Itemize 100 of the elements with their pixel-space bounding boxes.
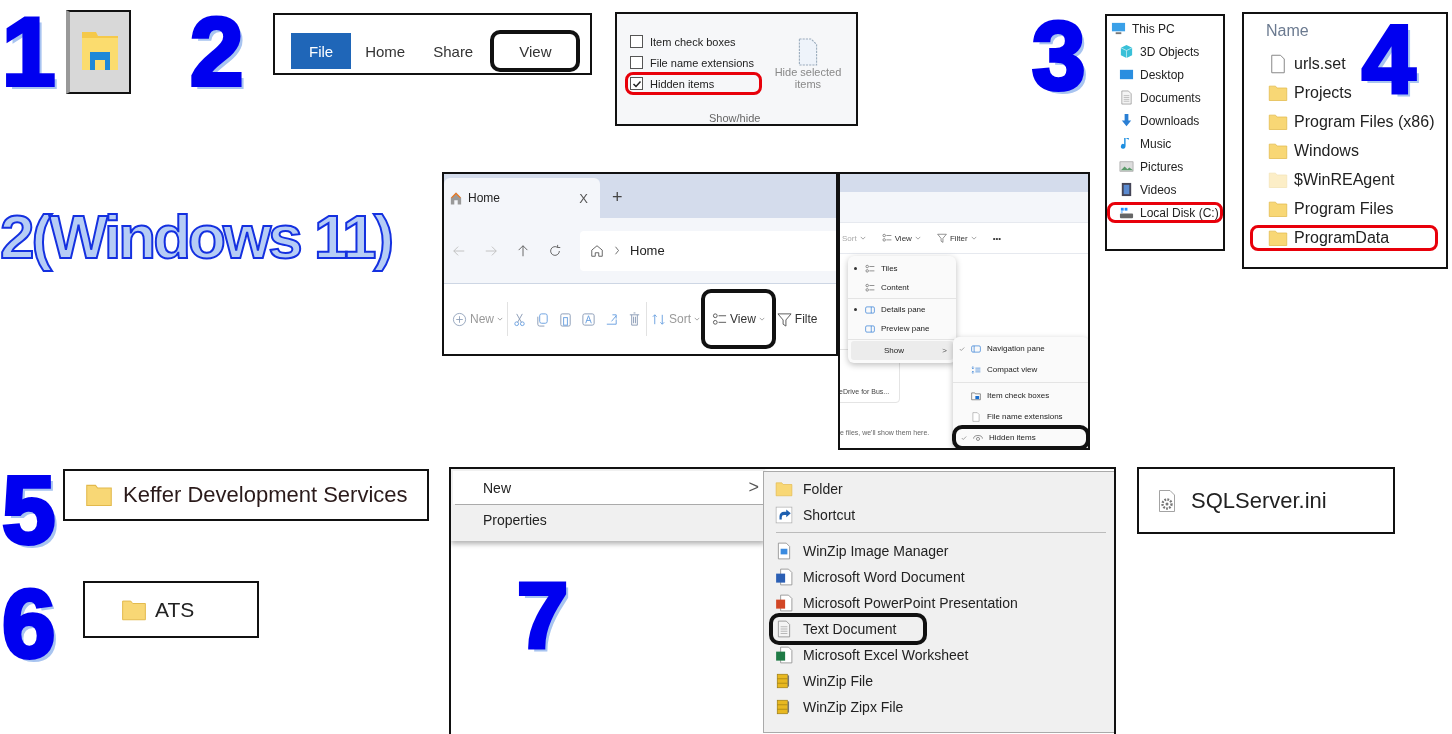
new-tab-button[interactable]: + xyxy=(612,187,623,208)
picture-icon xyxy=(1119,159,1134,174)
ribbon-tab[interactable]: Share xyxy=(419,33,488,69)
menu-item[interactable]: Text Document xyxy=(772,616,925,642)
menu-item[interactable]: Microsoft Word Document xyxy=(772,564,993,590)
navigation-item[interactable]: Music xyxy=(1109,135,1221,152)
menu-item[interactable]: Content xyxy=(848,278,956,297)
menu-item[interactable]: WinZip Image Manager xyxy=(772,538,977,564)
folder-icon xyxy=(1268,141,1288,161)
browser-tab[interactable]: Home X xyxy=(444,178,600,218)
menu-item[interactable]: Preview pane xyxy=(848,319,956,338)
folder-row[interactable]: Keffer Development Services xyxy=(63,469,429,521)
menu-item[interactable]: Navigation pane xyxy=(953,339,1088,358)
toolbar-button[interactable]: Filter xyxy=(934,231,979,245)
home-icon xyxy=(590,243,604,258)
plus-circle-icon xyxy=(452,311,467,327)
pane-icon xyxy=(865,323,875,334)
toolbar-button[interactable]: Filte xyxy=(772,303,822,335)
caret-icon xyxy=(497,317,503,321)
file-row[interactable]: ProgramData xyxy=(1252,227,1436,249)
breadcrumb[interactable]: Home xyxy=(630,243,665,258)
checkbox-option[interactable]: File name extensions xyxy=(627,53,760,72)
menu-item[interactable]: Details pane xyxy=(848,300,956,319)
address-bar[interactable]: Home xyxy=(580,230,836,271)
folder-icon xyxy=(1268,199,1288,219)
back-arrow-icon[interactable] xyxy=(452,243,466,258)
toolbar-button[interactable]: ••• xyxy=(990,231,1004,245)
navigation-item[interactable]: Downloads xyxy=(1109,112,1221,129)
menu-item[interactable]: New > xyxy=(453,471,765,504)
step-number: 1 xyxy=(2,4,56,100)
folder-row[interactable]: ATS xyxy=(83,581,259,638)
menu-item[interactable]: Properties xyxy=(453,505,765,535)
forward-arrow-icon[interactable] xyxy=(484,243,498,258)
checkbox[interactable] xyxy=(630,35,643,48)
ribbon-tab[interactable]: File xyxy=(291,33,352,69)
step-number: 5 xyxy=(2,462,56,558)
toolbar-button[interactable]: View xyxy=(704,292,773,346)
file-row[interactable]: Program Files (x86) xyxy=(1252,111,1436,133)
drive-icon xyxy=(1119,205,1134,220)
menu-item[interactable]: Shortcut xyxy=(772,502,884,528)
navigation-item[interactable]: Videos xyxy=(1109,181,1221,198)
menu-item[interactable]: Hidden items xyxy=(955,428,1087,447)
menu-item[interactable]: Microsoft PowerPoint Presentation xyxy=(772,590,1046,616)
checkbox-option[interactable]: Item check boxes xyxy=(627,32,760,51)
folder-icon xyxy=(1268,228,1288,248)
menu-item[interactable]: Tiles xyxy=(848,259,956,278)
refresh-icon[interactable] xyxy=(548,243,562,258)
checkbox-option[interactable]: Hidden items xyxy=(627,74,760,93)
navigation-item[interactable]: This PC xyxy=(1109,20,1221,37)
text-file-icon xyxy=(775,620,793,638)
checkbox[interactable] xyxy=(630,77,643,90)
up-arrow-icon[interactable] xyxy=(516,243,530,258)
file-icon xyxy=(1268,54,1288,74)
caret-icon xyxy=(758,317,765,321)
monitor-icon xyxy=(1111,21,1126,36)
menu-item[interactable]: Folder xyxy=(772,476,871,502)
sort-icon xyxy=(651,311,666,327)
file-row[interactable]: Program Files xyxy=(1252,198,1436,220)
navigation-item[interactable]: Documents xyxy=(1109,89,1221,106)
trash-icon xyxy=(627,311,642,327)
pane-icon xyxy=(865,304,875,315)
hide-selected-button[interactable]: Hide selected items xyxy=(765,38,850,124)
caret-icon xyxy=(914,236,921,240)
copy-icon xyxy=(535,311,550,327)
navigation-item[interactable]: Local Disk (C:) xyxy=(1109,204,1221,221)
list-icon xyxy=(881,233,892,243)
desktop-icon xyxy=(1119,67,1134,82)
file-row[interactable]: Windows xyxy=(1252,140,1436,162)
group-label: Show/hide xyxy=(709,112,761,124)
menu-item[interactable]: Compact view xyxy=(953,360,1088,379)
step-number: 6 xyxy=(2,576,56,672)
document-icon xyxy=(796,38,819,66)
toolbar-button[interactable]: View xyxy=(879,231,923,245)
navigation-item[interactable]: 3D Objects xyxy=(1109,43,1221,60)
taskbar-button[interactable] xyxy=(66,10,131,94)
step-heading: 2(Windows 11) xyxy=(0,201,393,273)
ribbon-tab[interactable]: View xyxy=(493,33,578,69)
filter-icon xyxy=(936,233,947,243)
ribbon-tab[interactable]: Home xyxy=(351,33,420,69)
menu-item[interactable]: WinZip Zipx File xyxy=(772,694,932,720)
folder-icon xyxy=(775,480,793,498)
eye-icon xyxy=(973,432,983,443)
checkbox-icon xyxy=(971,390,981,401)
caret-icon xyxy=(970,236,977,240)
file-row[interactable]: SQLServer.ini xyxy=(1137,467,1395,534)
menu-item[interactable]: Microsoft Excel Worksheet xyxy=(772,642,997,668)
folder-icon xyxy=(1268,170,1288,190)
navigation-item[interactable]: Pictures xyxy=(1109,158,1221,175)
file-row[interactable]: $WinREAgent xyxy=(1252,169,1436,191)
menu-item[interactable]: Show > xyxy=(851,341,953,360)
menu-item[interactable]: Item check boxes xyxy=(953,386,1088,405)
compact-icon xyxy=(971,364,981,375)
pane-icon xyxy=(971,343,981,354)
checkbox[interactable] xyxy=(630,56,643,69)
menu-item[interactable]: File name extensions xyxy=(953,407,1088,426)
menu-item[interactable]: WinZip File xyxy=(772,668,901,694)
close-button[interactable]: X xyxy=(579,190,588,206)
step-number: 2 xyxy=(190,4,244,100)
file-icon xyxy=(971,411,981,422)
navigation-item[interactable]: Desktop xyxy=(1109,66,1221,83)
